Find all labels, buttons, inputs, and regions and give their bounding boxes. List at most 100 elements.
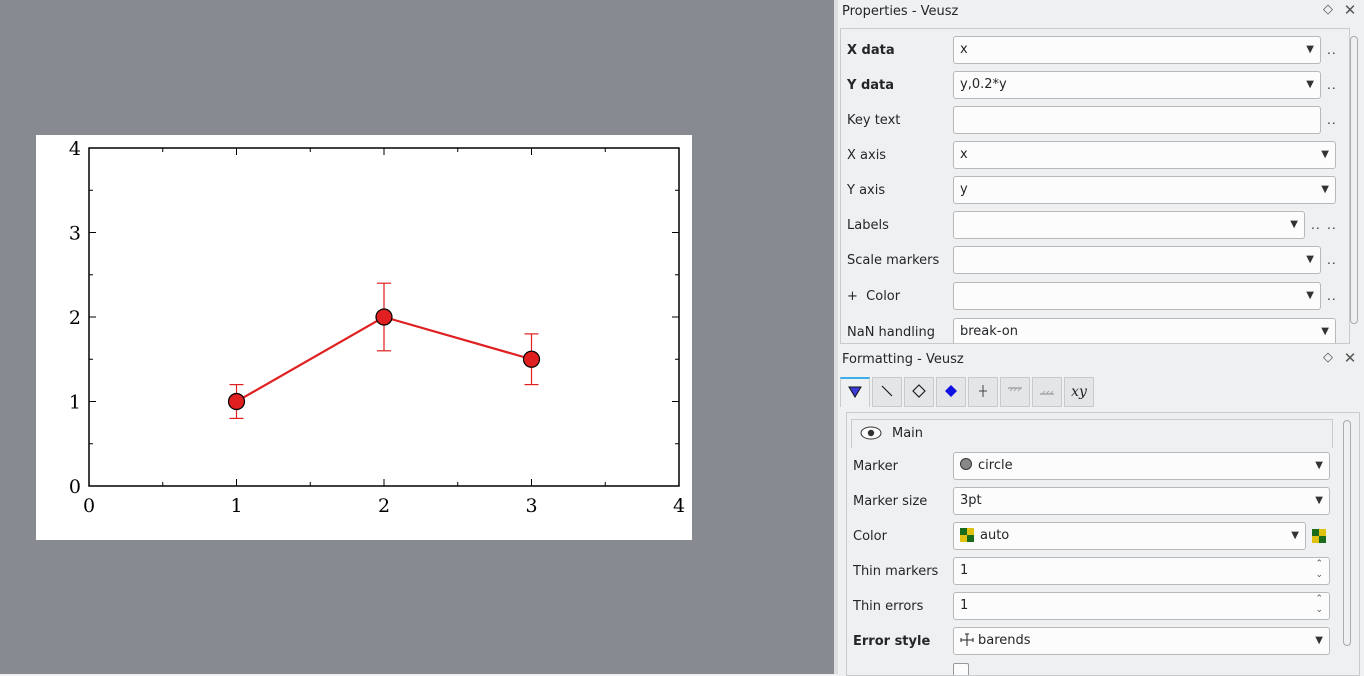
marker-size-combo[interactable]: 3pt ▼ [953, 487, 1330, 515]
marker-size-value: 3pt [960, 493, 982, 508]
data-point [375, 308, 393, 326]
prop-row-nan-handling: NaN handling break-on ▼ [841, 315, 1349, 343]
fmt-row-error-style: Error style barends ▼ [847, 624, 1337, 659]
fmt-row-color: Color auto ▼ [847, 519, 1337, 554]
x-tick-label: 3 [525, 495, 537, 517]
prop-label-color[interactable]: + Color [847, 289, 900, 304]
marker-icon [848, 386, 862, 398]
labels-more-button-1[interactable]: .. [1311, 218, 1321, 232]
formatting-scrollbar[interactable] [1343, 420, 1351, 646]
color-value: auto [980, 528, 1010, 543]
spin-arrows-icon[interactable]: ⌃ ⌄ [1315, 594, 1323, 616]
x-axis-combo[interactable]: x ▼ [953, 141, 1336, 169]
key-text-input[interactable] [953, 106, 1321, 134]
partial-checkbox[interactable] [953, 663, 969, 675]
tab-labels[interactable]: xy [1064, 377, 1094, 407]
tab-marker[interactable] [840, 377, 870, 407]
color-combo[interactable]: ▼ [953, 282, 1321, 310]
marker-value: circle [978, 458, 1013, 473]
properties-title: Properties - Veusz [842, 4, 959, 19]
chart-svg: 0 1 2 3 4 0 1 2 3 4 [69, 138, 685, 517]
properties-frame: X data x ▼ .. Y data y,0.2*y ▼ .. Key te… [840, 28, 1350, 344]
y-axis-value: y [960, 182, 968, 197]
y-axis-combo[interactable]: y ▼ [953, 176, 1336, 204]
prop-label-labels: Labels [847, 218, 889, 233]
tab-fill-below[interactable] [1032, 377, 1062, 407]
color-combo[interactable]: auto ▼ [953, 522, 1306, 550]
x-tick-label: 0 [83, 495, 95, 517]
tab-fill-above[interactable] [1000, 377, 1030, 407]
spin-arrows-icon[interactable]: ⌃ ⌄ [1315, 559, 1323, 581]
fill-icon [945, 385, 957, 397]
x-data-more-button[interactable]: .. [1327, 43, 1337, 57]
scale-markers-more-button[interactable]: .. [1327, 253, 1337, 267]
tab-main[interactable]: Main [851, 419, 1333, 448]
thin-errors-spinbox[interactable]: 1 ⌃ ⌄ [953, 592, 1330, 620]
thin-markers-spinbox[interactable]: 1 ⌃ ⌄ [953, 557, 1330, 585]
chevron-down-icon: ▼ [1321, 184, 1329, 195]
color-picker-icon[interactable] [1311, 529, 1327, 543]
close-icon[interactable]: ✕ [1342, 350, 1358, 366]
auto-color-icon [960, 528, 974, 542]
prop-label-y-data: Y data [847, 78, 895, 93]
prop-label-x-axis: X axis [847, 148, 887, 163]
x-tick-label: 2 [378, 495, 390, 517]
x-tick-label: 1 [230, 495, 242, 517]
float-icon[interactable]: ◇ [1320, 2, 1336, 18]
diamond-icon [912, 384, 926, 398]
prop-row-x-axis: X axis x ▼ [841, 138, 1349, 173]
y-data-more-button[interactable]: .. [1327, 78, 1337, 92]
fill-below-icon [1040, 390, 1054, 395]
y-data-combo[interactable]: y,0.2*y ▼ [953, 71, 1321, 99]
marker-combo[interactable]: circle ▼ [953, 452, 1330, 480]
tab-marker-fill[interactable] [936, 377, 966, 407]
fmt-row-thin-markers: Thin markers 1 ⌃ ⌄ [847, 554, 1337, 589]
tab-line[interactable] [872, 377, 902, 407]
fmt-row-marker: Marker circle ▼ [847, 449, 1337, 484]
prop-label-nan-handling: NaN handling [847, 325, 935, 340]
prop-label-y-axis: Y axis [847, 183, 886, 198]
data-point [227, 392, 246, 411]
float-icon[interactable]: ◇ [1320, 350, 1336, 366]
fmt-label-marker: Marker [853, 459, 898, 474]
labels-more-button-2[interactable]: .. [1327, 218, 1337, 232]
properties-dock: Properties - Veusz ◇ ✕ X data x ▼ .. Y d… [838, 0, 1364, 344]
x-tick-label: 4 [673, 495, 685, 517]
y-tick-label: 4 [69, 138, 81, 160]
plot-canvas-area[interactable]: 0 1 2 3 4 0 1 2 3 4 [0, 0, 834, 674]
y-tick-label: 2 [69, 307, 81, 329]
key-text-more-button[interactable]: .. [1327, 113, 1337, 127]
chevron-down-icon: ▼ [1315, 635, 1323, 646]
plot-page[interactable]: 0 1 2 3 4 0 1 2 3 4 [36, 135, 692, 540]
error-style-combo[interactable]: barends ▼ [953, 627, 1330, 655]
prop-label-scale-markers: Scale markers [847, 253, 940, 268]
x-data-combo[interactable]: x ▼ [953, 36, 1321, 64]
error-style-value: barends [978, 633, 1031, 648]
prop-row-y-data: Y data y,0.2*y ▼ .. [841, 68, 1349, 103]
formatting-panel: Main Marker circle ▼ Marker size 3pt ▼ C… [846, 412, 1360, 676]
circle-icon [960, 458, 972, 470]
fmt-label-error-style: Error style [853, 634, 931, 649]
eye-icon[interactable] [860, 426, 882, 440]
prop-row-labels: Labels ▼ .. .. [841, 208, 1349, 243]
barends-icon [960, 633, 974, 646]
nan-handling-combo[interactable]: break-on ▼ [953, 318, 1336, 343]
tab-marker-border[interactable] [904, 377, 934, 407]
x-data-value: x [960, 42, 968, 57]
main-tab-label: Main [892, 426, 924, 441]
line-icon [881, 385, 893, 397]
scale-markers-combo[interactable]: ▼ [953, 246, 1321, 274]
close-icon[interactable]: ✕ [1342, 2, 1358, 18]
chevron-down-icon: ▼ [1321, 326, 1329, 337]
y-data-value: y,0.2*y [960, 77, 1007, 92]
chevron-down-icon: ▼ [1315, 460, 1323, 471]
y-tick-label: 1 [69, 392, 81, 414]
properties-scrollbar[interactable] [1350, 36, 1358, 324]
color-more-button[interactable]: .. [1327, 289, 1337, 303]
tab-error-bars[interactable] [968, 377, 998, 407]
x-axis-value: x [960, 147, 968, 162]
data-point [522, 350, 541, 368]
labels-combo[interactable]: ▼ [953, 211, 1305, 239]
prop-row-y-axis: Y axis y ▼ [841, 173, 1349, 208]
formatting-title: Formatting - Veusz [842, 352, 964, 367]
